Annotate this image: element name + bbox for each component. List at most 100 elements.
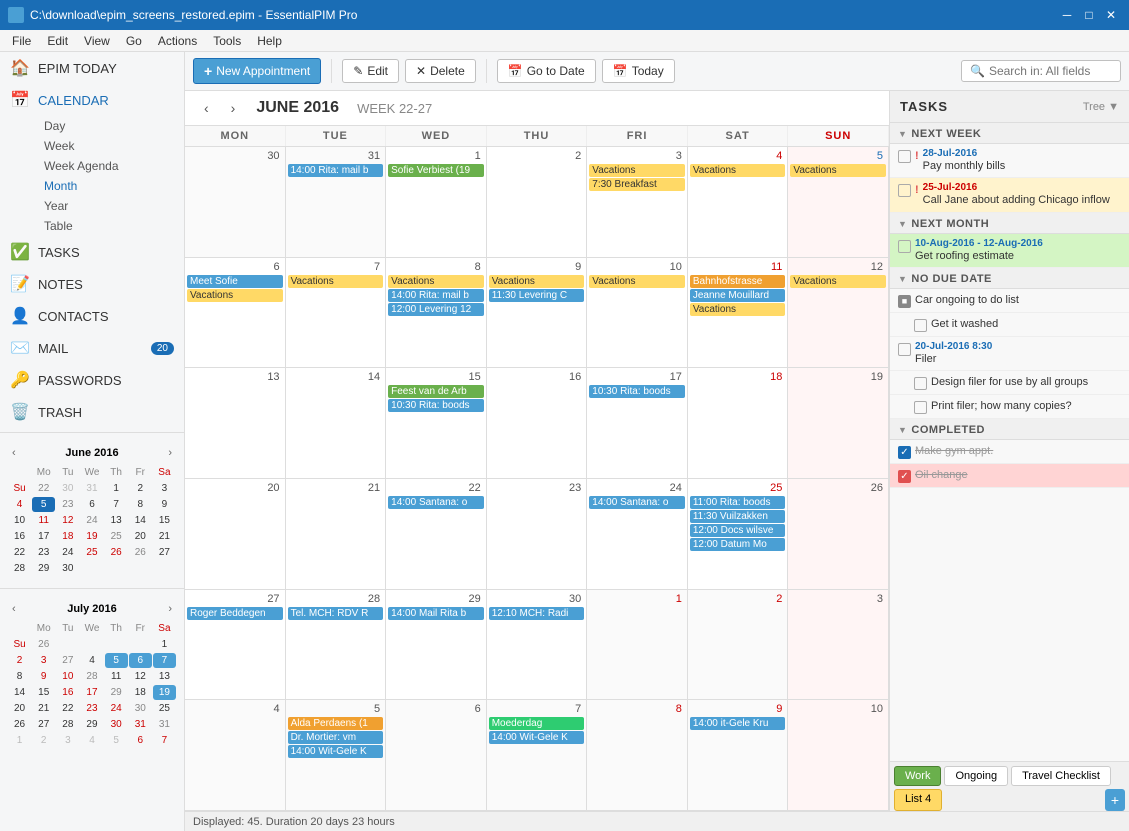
task-checkbox[interactable]: ✓ xyxy=(898,470,911,483)
minimize-button[interactable]: ─ xyxy=(1057,5,1077,25)
cal-cell[interactable]: 3 xyxy=(788,590,889,700)
cal-cell[interactable]: 914:00 it-Gele Kru xyxy=(688,700,789,810)
mini-cal-day[interactable]: 8 xyxy=(129,497,152,512)
mini-cal-day[interactable]: 25 xyxy=(80,545,103,560)
task-checkbox[interactable] xyxy=(914,319,927,332)
cal-cell[interactable]: 7Vacations xyxy=(286,258,387,368)
menu-help[interactable]: Help xyxy=(249,32,290,50)
cal-cell[interactable]: 15Feest van de Arb10:30 Rita: boods xyxy=(386,368,487,478)
task-checkbox[interactable] xyxy=(898,150,911,163)
cal-event[interactable]: 14:00 Santana: o xyxy=(589,496,685,509)
mini-cal-day[interactable]: 27 xyxy=(32,717,55,732)
sidebar-item-calendar[interactable]: 📅 CALENDAR xyxy=(0,84,184,116)
cal-cell[interactable]: 27Roger Beddegen xyxy=(185,590,286,700)
menu-view[interactable]: View xyxy=(76,32,118,50)
menu-file[interactable]: File xyxy=(4,32,39,50)
mini-cal-day[interactable]: 4 xyxy=(80,653,103,668)
cal-event[interactable]: 12:00 Levering 12 xyxy=(388,303,484,316)
sidebar-item-tasks[interactable]: ✅ TASKS xyxy=(0,236,184,268)
cal-cell[interactable]: 16 xyxy=(487,368,588,478)
mini-cal-day[interactable]: 7 xyxy=(105,497,128,512)
task-checkbox[interactable]: ✓ xyxy=(898,446,911,459)
cal-next-button[interactable]: › xyxy=(224,97,243,119)
cal-cell[interactable]: 2511:00 Rita: boods11:30 Vuilzakken12:00… xyxy=(688,479,789,589)
cal-cell[interactable]: 4Vacations xyxy=(688,147,789,257)
mini-cal-day[interactable]: 18 xyxy=(129,685,152,700)
cal-event[interactable]: Meet Sofie xyxy=(187,275,283,288)
mini-cal-day[interactable]: 8 xyxy=(8,669,31,684)
cal-event[interactable]: 11:00 Rita: boods xyxy=(690,496,786,509)
cal-cell[interactable]: 14 xyxy=(286,368,387,478)
mini-cal-day[interactable]: 23 xyxy=(32,545,55,560)
mini-cal-day[interactable]: 26 xyxy=(105,545,128,560)
close-button[interactable]: ✕ xyxy=(1101,5,1121,25)
mini-cal-day[interactable]: 5 xyxy=(105,733,128,748)
sidebar-item-today[interactable]: 🏠 EPIM TODAY xyxy=(0,52,184,84)
mini-cal-day[interactable] xyxy=(129,561,152,576)
task-tab-work[interactable]: Work xyxy=(894,766,941,786)
mini-cal-day[interactable]: 4 xyxy=(80,733,103,748)
mini-cal-day[interactable]: 1 xyxy=(153,637,176,652)
mini-cal-day[interactable]: 13 xyxy=(153,669,176,684)
mini-cal-day[interactable]: 31 xyxy=(129,717,152,732)
mini-cal-day[interactable]: 30 xyxy=(56,561,79,576)
sidebar-sub-day[interactable]: Day xyxy=(36,116,184,136)
cal-event[interactable]: Vacations xyxy=(388,275,484,288)
mini-cal-day[interactable]: 7 xyxy=(153,653,176,668)
cal-event[interactable]: 14:00 Rita: mail b xyxy=(288,164,384,177)
mini-cal-day[interactable]: 23 xyxy=(80,701,103,716)
cal-cell[interactable]: 5Alda Perdaens (1Dr. Mortier: vm14:00 Wi… xyxy=(286,700,387,810)
cal-event[interactable]: Sofie Verbiest (19 xyxy=(388,164,484,177)
cal-event[interactable]: Vacations xyxy=(288,275,384,288)
task-group-next-month[interactable]: ▼ NEXT MONTH xyxy=(890,213,1129,234)
mini-cal-day[interactable]: 19 xyxy=(80,529,103,544)
cal-cell[interactable]: 19 xyxy=(788,368,889,478)
mini-cal-day[interactable]: 27 xyxy=(153,545,176,560)
mini-cal-day[interactable] xyxy=(105,561,128,576)
cal-cell[interactable]: 10 xyxy=(788,700,889,810)
mini-cal-day[interactable]: 15 xyxy=(32,685,55,700)
tasks-tree-button[interactable]: Tree ▼ xyxy=(1083,101,1119,113)
mini-cal-day[interactable] xyxy=(105,637,128,652)
sidebar-item-contacts[interactable]: 👤 CONTACTS xyxy=(0,300,184,332)
sidebar-item-trash[interactable]: 🗑️ TRASH xyxy=(0,396,184,428)
new-appointment-button[interactable]: + New Appointment xyxy=(193,58,321,84)
cal-cell[interactable]: 1710:30 Rita: boods xyxy=(587,368,688,478)
mini-cal-day[interactable]: 12 xyxy=(129,669,152,684)
mini-cal-day[interactable]: 17 xyxy=(80,685,103,700)
mini-cal-day[interactable]: 3 xyxy=(56,733,79,748)
cal-event[interactable]: Vacations xyxy=(790,164,886,177)
cal-cell[interactable]: 21 xyxy=(286,479,387,589)
mini-cal-day[interactable]: 11 xyxy=(105,669,128,684)
cal-cell[interactable]: 10Vacations xyxy=(587,258,688,368)
mini-cal-day[interactable]: 1 xyxy=(8,733,31,748)
sidebar-item-mail[interactable]: ✉️ MAIL 20 xyxy=(0,332,184,364)
cal-prev-button[interactable]: ‹ xyxy=(197,97,216,119)
cal-event[interactable]: 11:30 Levering C xyxy=(489,289,585,302)
mini-cal-day[interactable]: 18 xyxy=(56,529,79,544)
task-checkbox[interactable] xyxy=(914,401,927,414)
task-group-no-due-date[interactable]: ▼ NO DUE DATE xyxy=(890,268,1129,289)
sidebar-sub-week-agenda[interactable]: Week Agenda xyxy=(36,156,184,176)
mini-cal-day[interactable]: 28 xyxy=(56,717,79,732)
cal-cell[interactable]: 2914:00 Mail Rita b xyxy=(386,590,487,700)
cal-event[interactable]: Vacations xyxy=(690,303,786,316)
cal-cell[interactable]: 4 xyxy=(185,700,286,810)
mini-cal-day[interactable]: 21 xyxy=(32,701,55,716)
cal-cell[interactable]: 5Vacations xyxy=(788,147,889,257)
task-checkbox[interactable] xyxy=(898,240,911,253)
mini-cal-day[interactable]: 25 xyxy=(153,701,176,716)
cal-cell[interactable]: 2 xyxy=(688,590,789,700)
mini-cal-day[interactable]: 29 xyxy=(80,717,103,732)
menu-actions[interactable]: Actions xyxy=(150,32,205,50)
sidebar-item-notes[interactable]: 📝 NOTES xyxy=(0,268,184,300)
cal-event[interactable]: 14:00 it-Gele Kru xyxy=(690,717,786,730)
mini-cal-day[interactable] xyxy=(129,637,152,652)
mini-cal-day[interactable]: 19 xyxy=(153,685,176,700)
cal-event[interactable]: Bahnhofstrasse xyxy=(690,275,786,288)
mini-cal-day[interactable] xyxy=(56,637,79,652)
search-input[interactable] xyxy=(989,64,1109,78)
sidebar-sub-week[interactable]: Week xyxy=(36,136,184,156)
mini-cal-day[interactable]: 5 xyxy=(32,497,55,512)
mini-cal-july-prev[interactable]: ‹ xyxy=(8,601,20,617)
